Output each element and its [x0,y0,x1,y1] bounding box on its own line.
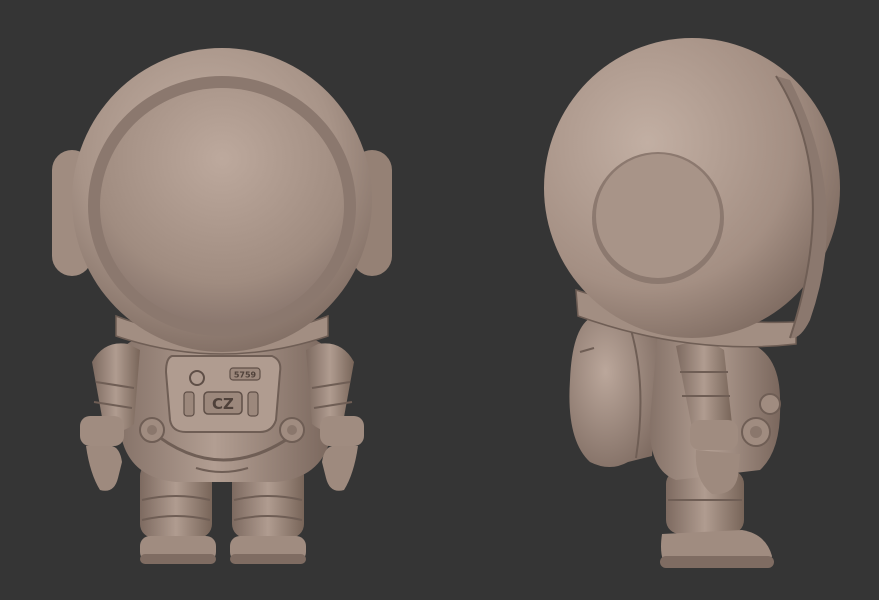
front-left-arm [80,343,140,491]
astronaut-side-view [544,38,840,568]
front-right-arm [306,343,364,491]
front-helmet-visor [100,88,344,324]
chest-panel: 5759 CZ [164,355,282,433]
astronaut-front-view: 5759 CZ [52,48,392,564]
side-ear-pod [592,152,724,284]
viewport-canvas: 5759 CZ [52,38,840,568]
chest-plate-label: CZ [212,395,234,413]
chest-tag-number: 5759 [234,371,257,380]
